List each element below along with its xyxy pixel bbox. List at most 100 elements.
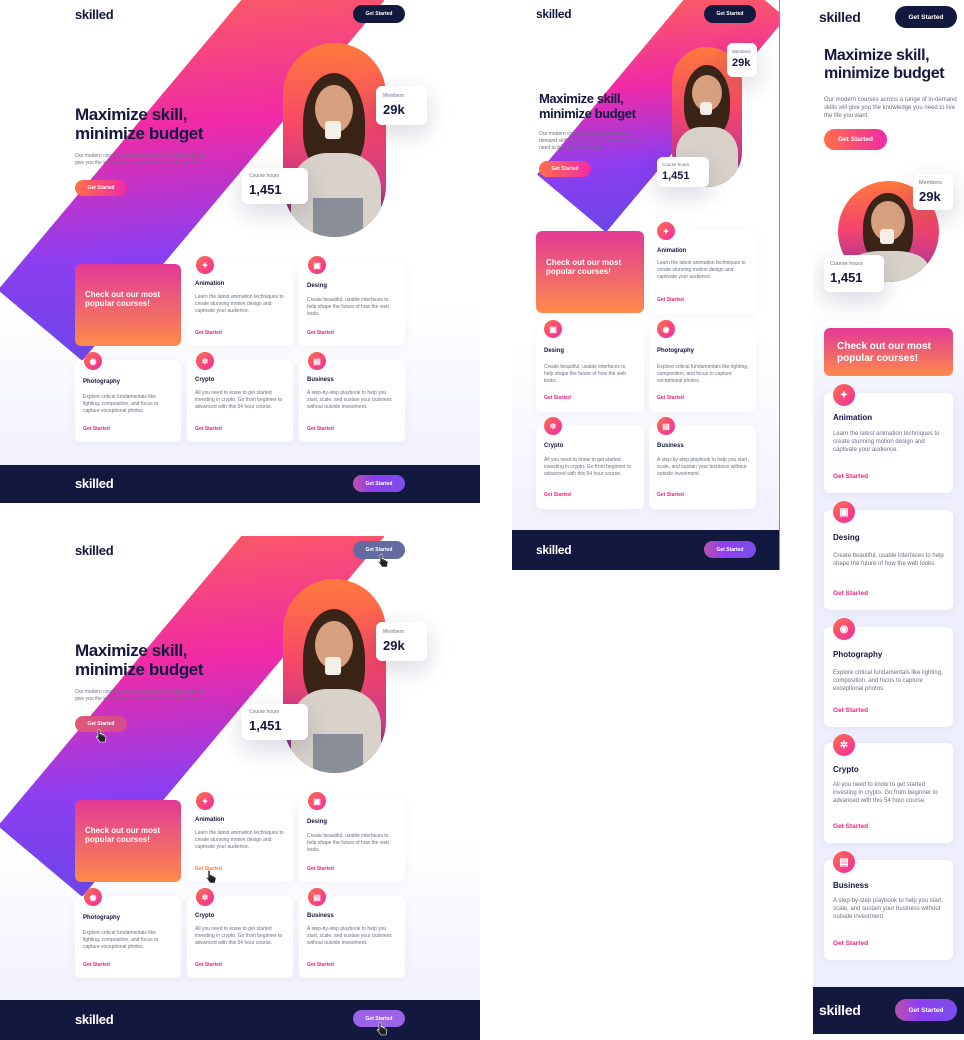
course-title: Desing bbox=[544, 348, 565, 354]
course-card-desing: ▣ Desing Create beautiful, usable interf… bbox=[536, 320, 644, 412]
footer: skilled Get Started bbox=[0, 465, 480, 503]
footer-get-started-button[interactable]: Get Started bbox=[353, 475, 405, 492]
logo[interactable]: skilled bbox=[819, 9, 861, 25]
course-description: Create beautiful, usable interfaces to h… bbox=[307, 297, 390, 317]
course-hours-stat-card: Course hours 1,451 bbox=[242, 168, 308, 204]
members-value: 29k bbox=[383, 638, 405, 653]
course-get-started-link[interactable]: Get Started bbox=[657, 395, 684, 401]
course-description: Learn the latest animation techniques to… bbox=[195, 294, 284, 314]
course-card-animation: ✦ Animation Learn the latest animation t… bbox=[187, 792, 293, 884]
footer-get-started-button[interactable]: Get Started bbox=[895, 999, 957, 1021]
members-value: 29k bbox=[732, 57, 751, 69]
briefcase-icon: ▤ bbox=[308, 888, 326, 906]
course-title: Photography bbox=[83, 915, 120, 921]
design-icon: ▣ bbox=[833, 501, 855, 523]
footer-logo[interactable]: skilled bbox=[75, 1012, 114, 1027]
course-get-started-link[interactable]: Get Started bbox=[544, 492, 571, 498]
footer-logo[interactable]: skilled bbox=[819, 1002, 861, 1018]
course-title: Photography bbox=[657, 348, 694, 354]
course-get-started-link[interactable]: Get Started bbox=[544, 395, 571, 401]
course-get-started-link[interactable]: Get Started bbox=[83, 962, 110, 968]
logo[interactable]: skilled bbox=[75, 7, 114, 22]
course-card-photography: ◉ Photography Explore critical fundament… bbox=[649, 320, 756, 412]
hero-title: Maximize skill, minimize budget bbox=[539, 91, 636, 121]
course-description: Explore critical fundamentals like light… bbox=[833, 670, 943, 693]
course-title: Crypto bbox=[195, 913, 215, 919]
hero-title: Maximize skill, minimize budget bbox=[75, 641, 204, 680]
briefcase-icon: ▤ bbox=[657, 417, 675, 435]
camera-icon: ◉ bbox=[657, 320, 675, 338]
nav-get-started-button[interactable]: Get Started bbox=[353, 5, 405, 23]
course-card-desing: ▣ Desing Create beautiful, usable interf… bbox=[299, 792, 405, 882]
members-label: Members bbox=[919, 180, 942, 186]
hero-get-started-button[interactable]: Get Started bbox=[75, 180, 127, 196]
course-title: Business bbox=[307, 913, 334, 919]
logo[interactable]: skilled bbox=[536, 7, 572, 21]
hours-value: 1,451 bbox=[249, 718, 282, 733]
course-get-started-link[interactable]: Get Started bbox=[307, 962, 334, 968]
course-get-started-link[interactable]: Get Started bbox=[657, 297, 684, 303]
members-label: Members bbox=[732, 49, 751, 54]
crypto-icon: ✲ bbox=[544, 417, 562, 435]
footer: skilled Get Started bbox=[813, 987, 964, 1034]
course-hours-stat-card: Course hours 1,451 bbox=[657, 157, 709, 187]
footer-get-started-button[interactable]: Get Started bbox=[704, 541, 756, 558]
footer: skilled Get Started bbox=[0, 1000, 480, 1040]
hero-get-started-button[interactable]: Get Started bbox=[824, 129, 887, 150]
running-icon: ✦ bbox=[833, 384, 855, 406]
hours-label: Course hours bbox=[249, 709, 280, 715]
course-card-business: ▤ Business A step-by-step playbook to he… bbox=[299, 352, 405, 442]
hero-get-started-button[interactable]: Get Started bbox=[539, 161, 591, 177]
course-title: Desing bbox=[307, 283, 328, 289]
course-get-started-link[interactable]: Get Started bbox=[195, 962, 222, 968]
course-description: Explore critical fundamentals like light… bbox=[83, 930, 159, 950]
briefcase-icon: ▤ bbox=[308, 352, 326, 370]
course-get-started-link[interactable]: Get Started bbox=[307, 866, 334, 872]
nav-get-started-button[interactable]: Get Started bbox=[704, 5, 756, 23]
course-card-business: ▤ Business A step-by-step playbook to he… bbox=[299, 888, 405, 978]
course-title: Business bbox=[307, 377, 334, 383]
course-card-desing: ▣ Desing Create beautiful, usable interf… bbox=[299, 256, 405, 346]
popular-courses-promo: Check out our most popular courses! bbox=[536, 231, 644, 313]
course-description: Create beautiful, usable interfaces to h… bbox=[307, 833, 390, 853]
hours-value: 1,451 bbox=[249, 182, 282, 197]
hero-title: Maximize skill, minimize budget bbox=[824, 47, 945, 82]
hero-photo bbox=[283, 579, 386, 773]
course-description: A step-by-step playbook to help you star… bbox=[307, 390, 392, 410]
course-description: A step-by-step playbook to help you star… bbox=[307, 926, 392, 946]
hero-description: Our modern courses across a range of in-… bbox=[824, 97, 957, 120]
course-title: Animation bbox=[195, 817, 225, 823]
running-icon: ✦ bbox=[657, 222, 675, 240]
course-get-started-link[interactable]: Get Started bbox=[833, 940, 868, 947]
course-get-started-link[interactable]: Get Started bbox=[833, 823, 868, 830]
logo[interactable]: skilled bbox=[75, 543, 114, 558]
course-description: All you need to know to get started inve… bbox=[833, 782, 938, 805]
course-title: Animation bbox=[195, 281, 225, 287]
course-get-started-link[interactable]: Get Started bbox=[195, 330, 222, 336]
camera-icon: ◉ bbox=[84, 888, 102, 906]
design-icon: ▣ bbox=[308, 256, 326, 274]
course-card-crypto: ✲ Crypto All you need to know to get sta… bbox=[187, 352, 293, 442]
course-card-photography: ◉ Photography Explore critical fundament… bbox=[75, 888, 181, 978]
crypto-icon: ✲ bbox=[833, 734, 855, 756]
course-title: Desing bbox=[307, 819, 328, 825]
course-get-started-link[interactable]: Get Started bbox=[833, 473, 868, 480]
course-get-started-link[interactable]: Get Started bbox=[83, 426, 110, 432]
footer-logo[interactable]: skilled bbox=[536, 543, 572, 557]
course-title: Photography bbox=[833, 650, 883, 659]
course-description: Explore critical fundamentals like light… bbox=[657, 364, 749, 384]
course-get-started-link[interactable]: Get Started bbox=[833, 590, 868, 597]
course-get-started-link[interactable]: Get Started bbox=[195, 426, 222, 432]
footer-logo[interactable]: skilled bbox=[75, 476, 114, 491]
course-get-started-link[interactable]: Get Started bbox=[307, 426, 334, 432]
course-card-business: ▤ Business A step-by-step playbook to he… bbox=[824, 851, 953, 960]
course-get-started-link[interactable]: Get Started bbox=[307, 330, 334, 336]
nav-get-started-button[interactable]: Get Started bbox=[895, 6, 957, 28]
course-description: All you need to know to get started inve… bbox=[544, 457, 632, 477]
course-get-started-link[interactable]: Get Started bbox=[833, 707, 868, 714]
desktop-hover-view: skilled Get Started Maximize skill, minim… bbox=[0, 536, 480, 1040]
hero-photo bbox=[283, 43, 386, 237]
course-get-started-link[interactable]: Get Started bbox=[657, 492, 684, 498]
hero-description: Our modern courses across a range of in-… bbox=[539, 131, 641, 151]
course-title: Business bbox=[833, 881, 869, 890]
